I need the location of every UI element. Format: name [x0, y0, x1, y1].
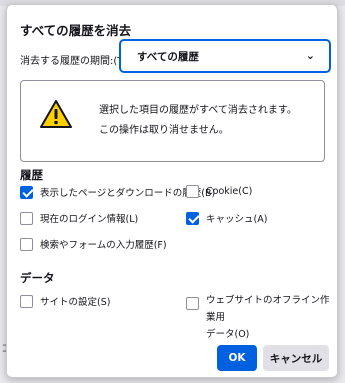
chevron-down-icon: ⌄ [305, 49, 315, 62]
checkbox-box-checked[interactable] [20, 185, 33, 199]
checkbox-label: サイトの設定(S) [40, 297, 111, 308]
warning-box: 選択した項目の履歴がすべて消去されます。 この操作は取り消せません。 [20, 80, 325, 162]
checkbox-active-logins[interactable]: 現在のログイン情報(L) [20, 211, 138, 225]
clear-history-dialog: すべての履歴を消去 消去する履歴の期間:(T) すべての履歴 ⌄ 選択した項目の… [6, 4, 338, 378]
checkbox-box-checked[interactable] [186, 211, 199, 225]
ok-button[interactable]: OK [217, 345, 257, 371]
checkbox-box[interactable] [186, 297, 199, 310]
cancel-button[interactable]: キャンセル [263, 345, 329, 371]
checkbox-label: 検索やフォームの入力履歴(F) [40, 240, 167, 251]
warning-text-line2: この操作は取り消せません。 [99, 125, 229, 136]
checkbox-label-line1: ウェブサイトのオフライン作業用 [206, 295, 330, 323]
warning-icon [40, 100, 72, 128]
checkbox-box[interactable] [20, 211, 33, 225]
checkbox-label: 現在のログイン情報(L) [40, 214, 139, 225]
data-section-heading: データ [20, 271, 55, 285]
checkbox-label: キャッシュ(A) [206, 214, 268, 225]
time-range-select[interactable]: すべての履歴 ⌄ [119, 39, 331, 73]
checkbox-box[interactable] [20, 237, 33, 251]
checkbox-site-settings[interactable]: サイトの設定(S) [20, 294, 110, 308]
checkbox-cache[interactable]: キャッシュ(A) [186, 211, 267, 225]
checkbox-box[interactable] [186, 185, 199, 198]
time-range-label: 消去する履歴の期間:(T) [20, 56, 128, 67]
dialog-title: すべての履歴を消去 [20, 23, 132, 38]
checkbox-box[interactable] [20, 294, 33, 308]
checkbox-label: Cookie(C) [206, 186, 253, 197]
history-section-heading: 履歴 [20, 168, 43, 182]
warning-text-line1: 選択した項目の履歴がすべて消去されます。 [99, 105, 297, 116]
checkbox-cookies[interactable]: Cookie(C) [186, 185, 252, 198]
checkbox-form-search-history[interactable]: 検索やフォームの入力履歴(F) [20, 237, 167, 251]
checkbox-offline-data[interactable]: ウェブサイトのオフライン作業用 データ(O) [186, 292, 337, 343]
checkbox-label: ウェブサイトのオフライン作業用 データ(O) [206, 292, 337, 343]
time-range-value: すべての履歴 [137, 50, 199, 63]
checkbox-label-line2: データ(O) [206, 329, 250, 340]
